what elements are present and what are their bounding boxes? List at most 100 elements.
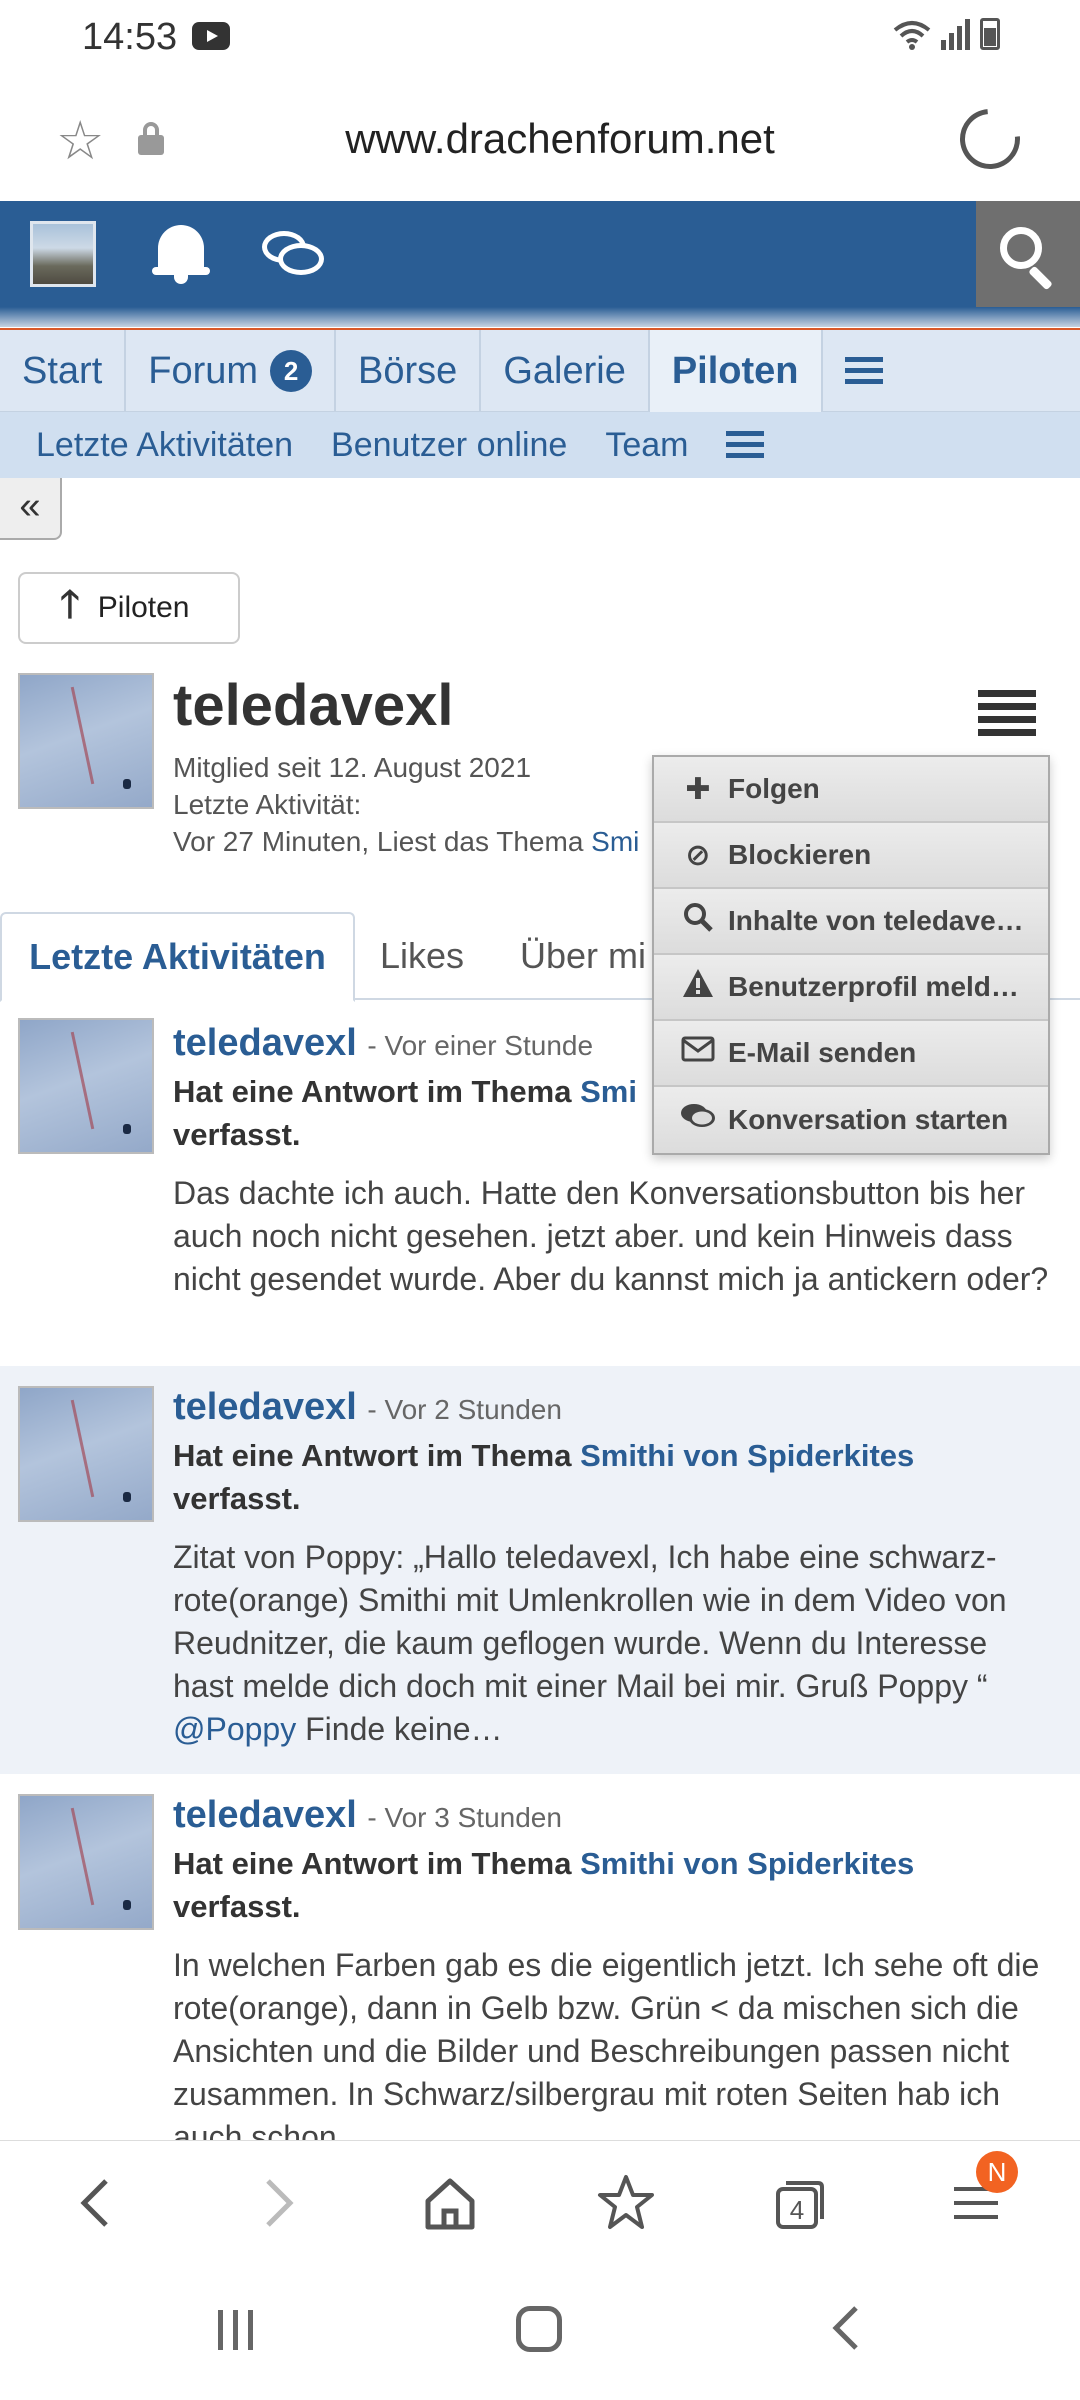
activity-action-suffix: verfasst. [173,1117,301,1152]
menu-item-label: Blockieren [728,839,872,870]
youtube-icon [192,22,230,50]
tab-about[interactable]: Über mi [520,912,646,1000]
subnav-team[interactable]: Team [605,426,688,465]
activity-action: Hat eine Antwort im Thema Smithi von Spi… [173,1842,1053,1928]
tabs-button[interactable]: 4 [768,2171,832,2235]
arrow-up-icon: 🡑 [60,583,80,626]
search-icon [680,902,716,940]
activity-thread-link[interactable]: Smi [580,1074,637,1109]
status-bar: 14:53 [0,0,1080,75]
nav-tab-piloten[interactable]: Piloten [649,330,823,412]
search-icon[interactable] [976,201,1080,311]
activity-thread-link[interactable]: Smithi von Spiderkites [580,1438,914,1473]
menu-item-send-email[interactable]: E-Mail senden [654,1021,1048,1087]
nav-more-button[interactable] [823,330,905,412]
activity-time: - Vor 3 Stunden [367,1802,562,1833]
menu-icon[interactable]: N [944,2151,1018,2235]
menu-item-label: Folgen [728,773,820,804]
nav-tab-label: Piloten [671,349,799,392]
status-time: 14:53 [82,16,178,58]
last-activity-label: Letzte Aktivität: [173,789,362,820]
last-activity-desc: Vor 27 Minuten, Liest das Thema [173,826,592,857]
activity-avatar[interactable] [18,1018,154,1154]
activity-avatar[interactable] [18,1794,154,1930]
tabs-count: 4 [789,2195,805,2225]
menu-item-label: Konversation starten [728,1104,1009,1135]
mail-icon [680,1036,716,1070]
activity-thread-link[interactable]: Smithi von Spiderkites [580,1846,914,1881]
menu-item-start-conversation[interactable]: Konversation starten [654,1087,1048,1153]
activity-action-suffix: verfasst. [173,1481,301,1516]
collapse-sidebar-button[interactable]: « [0,478,62,540]
profile-actions-dropdown: ✚ Folgen ⊘ Blockieren Inhalte von teledave… [652,755,1050,1155]
activity-avatar[interactable] [18,1386,154,1522]
menu-item-follow[interactable]: ✚ Folgen [654,757,1048,823]
subnav-latest-activity[interactable]: Letzte Aktivitäten [36,426,293,465]
tab-likes[interactable]: Likes [380,912,464,1000]
nav-tab-label: Forum [148,349,259,392]
bell-icon[interactable] [152,223,210,285]
system-back-icon[interactable] [826,2304,866,2364]
signal-icon [941,18,970,50]
system-home-icon[interactable] [516,2306,562,2352]
activity-action-prefix: Hat eine Antwort im Thema [173,1846,581,1881]
member-since: Mitglied seit 12. August 2021 [173,752,532,783]
subnav-users-online[interactable]: Benutzer online [331,426,567,465]
forward-icon[interactable] [244,2171,308,2235]
user-mention-link[interactable]: @Poppy [173,1711,296,1747]
system-nav-bar [0,2264,1080,2400]
activity-snippet: Das dachte ich auch. Hatte den Konversat… [173,1175,1049,1297]
comments-icon [680,1102,716,1138]
back-button-label: Piloten [97,591,190,624]
main-nav: Start Forum 2 Börse Galerie Piloten [0,330,1080,412]
profile-actions-menu-icon[interactable] [978,690,1036,736]
activity-item: teledavexl - Vor 3 Stunden Hat eine Antw… [0,1774,1080,2140]
block-icon: ⊘ [685,838,711,872]
status-icons [893,18,1000,50]
unread-badge: 2 [270,350,313,392]
bookmarks-icon[interactable] [594,2171,658,2235]
back-icon[interactable] [66,2171,130,2235]
browser-address-bar: ☆ www.drachenforum.net [0,75,1080,201]
menu-item-find-content[interactable]: Inhalte von teledave… [654,889,1048,955]
activity-action-suffix: verfasst. [173,1889,301,1924]
tab-latest-activity[interactable]: Letzte Aktivitäten [0,912,355,1002]
activity-item: teledavexl - Vor 2 Stunden Hat eine Antw… [0,1366,1080,1774]
activity-user: teledavexl - Vor 2 Stunden [173,1386,562,1429]
menu-item-report[interactable]: Benutzerprofil meld… [654,955,1048,1021]
nav-tab-galerie[interactable]: Galerie [481,330,650,412]
activity-username-link[interactable]: teledavexl [173,1794,357,1836]
chat-icon[interactable] [262,231,324,281]
wifi-icon [893,21,931,50]
nav-tab-start[interactable]: Start [0,330,127,412]
plus-icon: ✚ [685,772,711,806]
activity-action-prefix: Hat eine Antwort im Thema [173,1438,581,1473]
profile-avatar[interactable] [18,673,154,809]
activity-action: Hat eine Antwort im Thema Smithi von Spi… [173,1434,1053,1520]
list-icon [844,355,883,387]
activity-username-link[interactable]: teledavexl [173,1386,357,1428]
browser-bottom-bar: 4 N [0,2140,1080,2264]
activity-time: - Vor 2 Stunden [367,1394,562,1425]
menu-item-label: E-Mail senden [728,1037,917,1068]
forum-header [0,201,1080,331]
menu-item-label: Inhalte von teledave… [728,905,1024,936]
nav-tab-label: Börse [358,349,458,392]
profile-username: teledavexl [173,673,454,738]
snippet-end: Finde keine… [296,1711,503,1747]
activity-username-link[interactable]: teledavexl [173,1022,357,1064]
menu-item-block[interactable]: ⊘ Blockieren [654,823,1048,889]
last-activity-text: Vor 27 Minuten, Liest das Thema Smi [173,826,639,858]
reload-icon[interactable] [947,96,1033,182]
nav-tab-forum[interactable]: Forum 2 [126,330,337,412]
last-activity-thread-link[interactable]: Smi [591,826,639,857]
home-icon[interactable] [418,2171,482,2235]
activity-action-prefix: Hat eine Antwort im Thema [173,1074,581,1109]
url-field[interactable]: www.drachenforum.net [0,115,1080,163]
site-logo[interactable] [30,221,96,287]
recent-apps-icon[interactable] [218,2310,253,2350]
back-to-piloten-button[interactable]: 🡑 Piloten [18,572,240,644]
nav-tab-boerse[interactable]: Börse [336,330,482,412]
activity-user: teledavexl - Vor einer Stunde [173,1022,593,1065]
subnav-list-icon[interactable] [726,429,765,461]
